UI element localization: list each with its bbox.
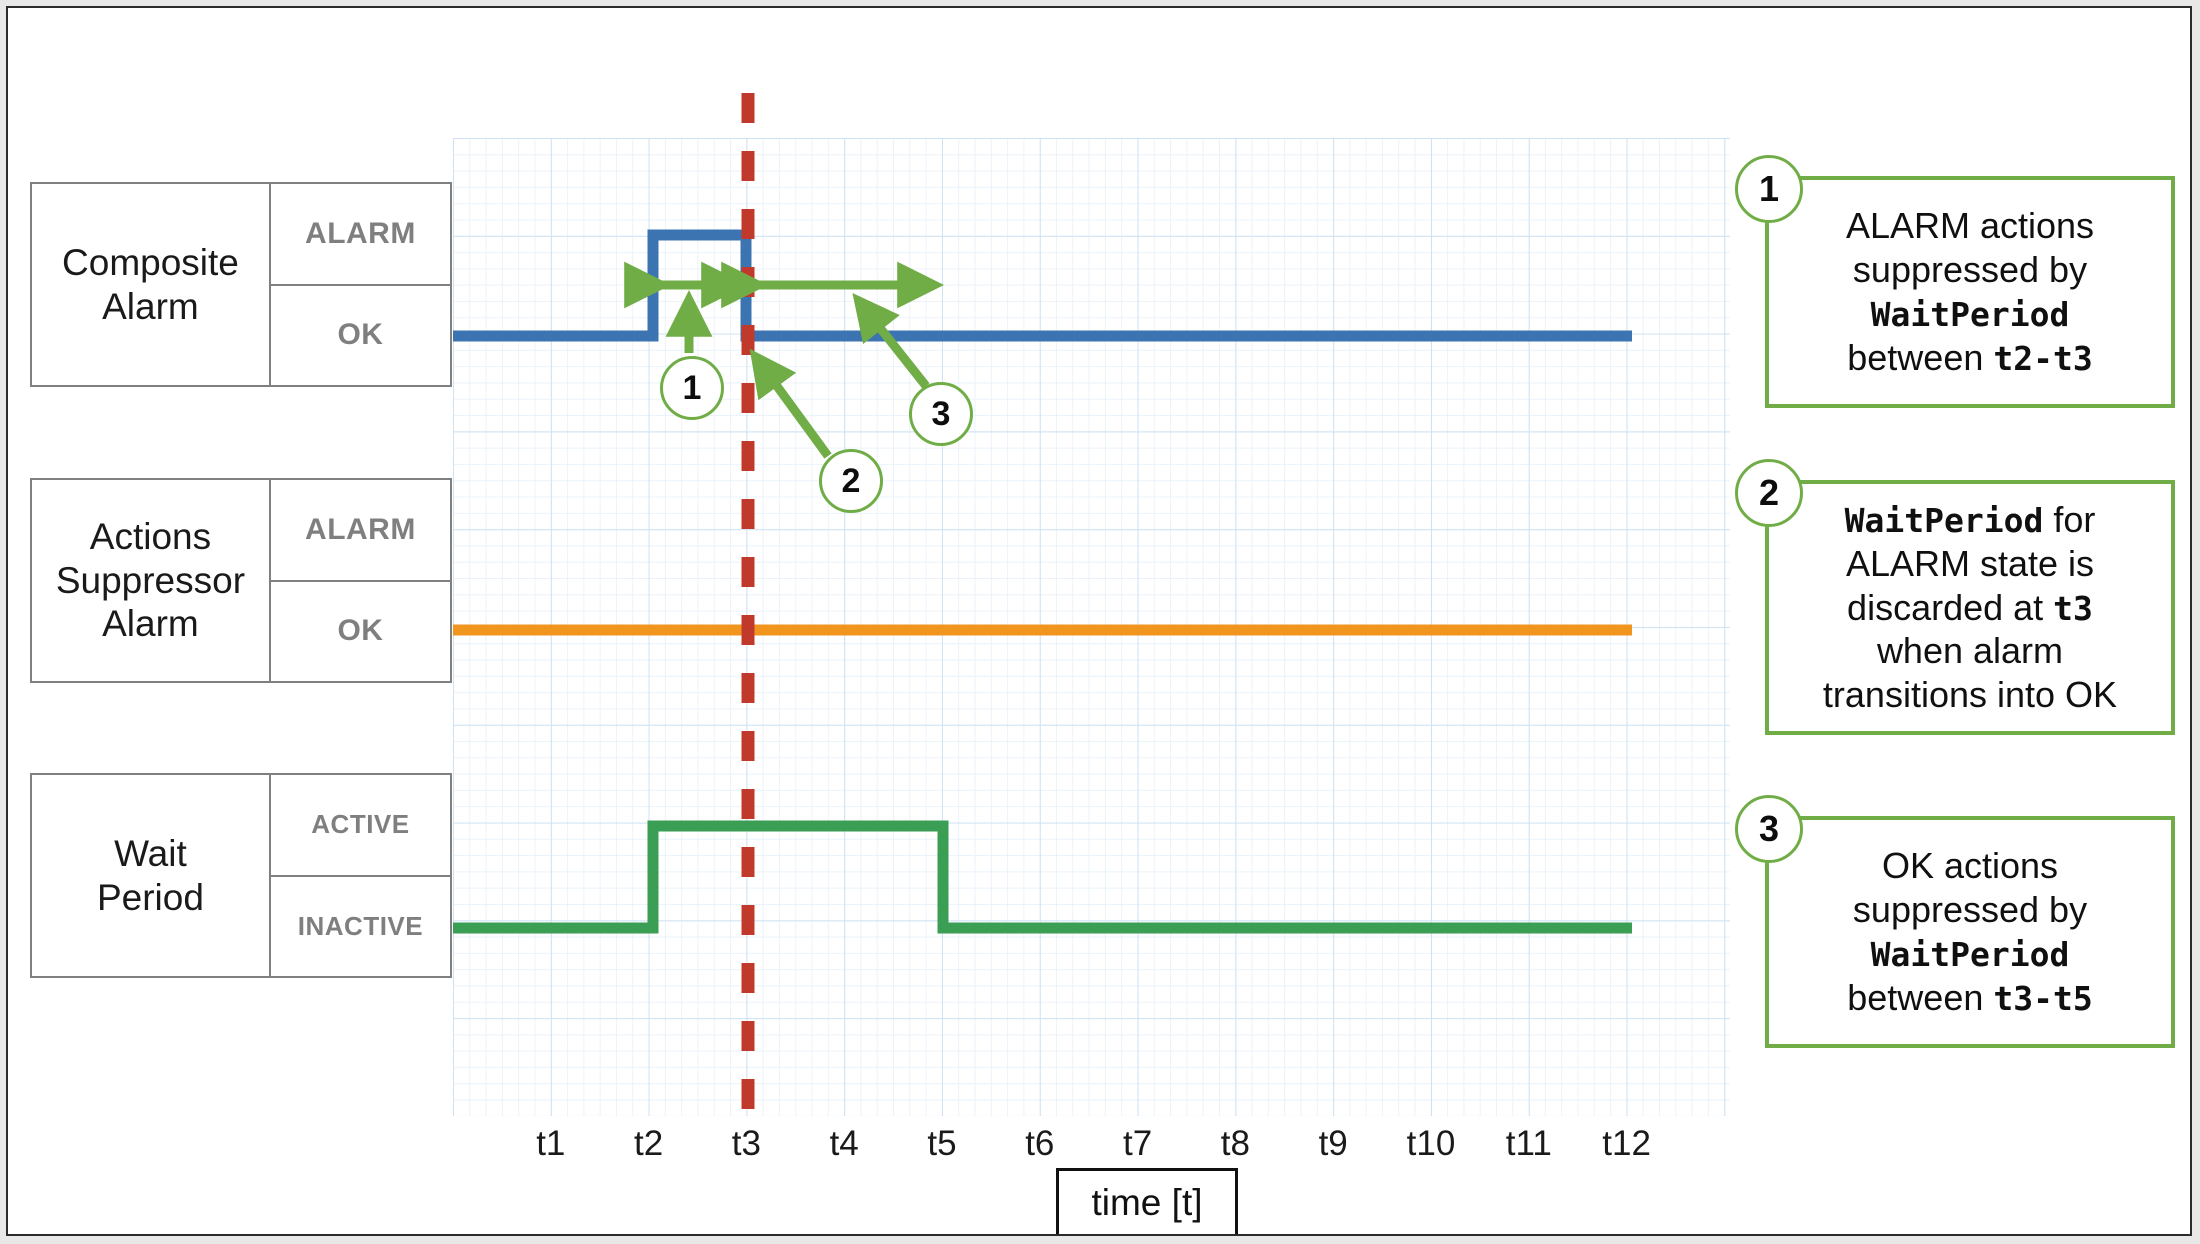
x-axis-tick-t3: t3 <box>731 1124 761 1163</box>
callout-box-3: OK actions suppressed by WaitPeriod betw… <box>1765 816 2175 1048</box>
x-axis-tick-t2: t2 <box>633 1124 664 1163</box>
callout-badge-1-label: 1 <box>1758 168 1780 209</box>
callout-1-waitperiod-token: WaitPeriod <box>1870 295 2070 334</box>
state-value-active: ACTIVE <box>311 809 410 840</box>
x-axis-tick-t5: t5 <box>927 1124 957 1163</box>
callout-3-line-2: suppressed by <box>1852 889 2088 931</box>
callout-2-line-2: ALARM state is <box>1845 542 2095 584</box>
diagram-canvas: 1 2 3 Composite Alarm ALARM OK Actions S… <box>6 6 2192 1236</box>
state-name-line-1: Wait <box>114 832 187 874</box>
callout-1-line-4-prefix: between <box>1847 336 1994 378</box>
plot-badge-2: 2 <box>819 449 883 513</box>
callout-badge-1: 1 <box>1735 155 1803 223</box>
state-value-inactive: INACTIVE <box>270 874 450 977</box>
state-name-line-3: Alarm <box>102 603 199 645</box>
callout-badge-3-label: 3 <box>1758 808 1780 849</box>
leader-line-3 <box>852 292 930 389</box>
state-name-line-2: Suppressor <box>55 559 246 601</box>
x-axis-title-label: time [t] <box>1091 1182 1203 1223</box>
state-value-ok: OK <box>270 579 450 682</box>
state-values-composite-alarm: ALARM OK <box>270 184 450 386</box>
callout-badge-2-label: 2 <box>1758 472 1780 513</box>
x-axis-tick-t10: t10 <box>1406 1124 1456 1163</box>
x-axis-tick-t6: t6 <box>1025 1124 1055 1163</box>
callout-2-time-token: t3 <box>2053 588 2093 628</box>
callout-2-line-3-prefix: discarded at <box>1847 586 2054 628</box>
x-axis-title-box: time [t] <box>1056 1168 1238 1234</box>
state-values-actions-suppressor-alarm: ALARM OK <box>270 480 450 682</box>
leader-line-2 <box>749 348 832 459</box>
callout-1-line-2: suppressed by <box>1852 249 2088 291</box>
state-name-line-1: Composite <box>62 241 239 283</box>
x-axis-tick-t1: t1 <box>536 1124 566 1163</box>
state-table-wait-period: Wait Period ACTIVE INACTIVE <box>30 773 452 978</box>
callout-3-waitperiod-token: WaitPeriod <box>1870 935 2070 974</box>
x-axis-tick-t7: t7 <box>1122 1124 1153 1163</box>
x-axis-tick-t4: t4 <box>829 1124 859 1163</box>
x-axis-tick-t8: t8 <box>1220 1124 1250 1163</box>
callout-2-line-1-suffix: for <box>2043 498 2096 540</box>
state-name-line-2: Alarm <box>102 285 199 327</box>
callout-3-line-4-prefix: between <box>1847 976 1994 1018</box>
callout-3-range-token: t3-t5 <box>1993 978 2093 1018</box>
callout-2-waitperiod-token: WaitPeriod <box>1844 500 2044 540</box>
plot-badge-3: 3 <box>909 382 973 446</box>
state-value-ok: OK <box>270 283 450 386</box>
plot-badge-1-label: 1 <box>682 368 702 407</box>
state-value-alarm: ALARM <box>305 512 416 546</box>
x-axis-tick-t12: t12 <box>1602 1124 1651 1163</box>
callout-1-range-token: t2-t3 <box>1993 338 2093 378</box>
callout-badge-3: 3 <box>1735 795 1803 863</box>
state-name-wait-period: Wait Period <box>32 775 271 976</box>
state-name-line-1: Actions <box>89 516 212 558</box>
callout-2-line-4: when alarm <box>1876 630 2064 672</box>
x-axis-tick-t9: t9 <box>1318 1124 1348 1163</box>
plot-badge-3-label: 3 <box>931 394 951 433</box>
callout-1-line-1: ALARM actions <box>1845 205 2095 247</box>
state-name-line-2: Period <box>96 876 204 918</box>
state-values-wait-period: ACTIVE INACTIVE <box>270 775 450 977</box>
state-name-composite-alarm: Composite Alarm <box>32 184 271 385</box>
callout-box-1: ALARM actions suppressed by WaitPeriod b… <box>1765 176 2175 408</box>
x-axis-tick-t11: t11 <box>1505 1124 1552 1163</box>
state-name-actions-suppressor-alarm: Actions Suppressor Alarm <box>32 480 271 681</box>
plot-badge-2-label: 2 <box>841 461 861 500</box>
callout-badge-2: 2 <box>1735 459 1803 527</box>
callout-3-line-1: OK actions <box>1881 845 2059 887</box>
callout-box-2: WaitPeriod for ALARM state is discarded … <box>1765 480 2175 735</box>
state-table-composite-alarm: Composite Alarm ALARM OK <box>30 182 452 387</box>
state-value-alarm: ALARM <box>305 216 416 250</box>
callout-2-line-5: transitions into OK <box>1822 674 2118 716</box>
state-table-actions-suppressor-alarm: Actions Suppressor Alarm ALARM OK <box>30 478 452 683</box>
plot-badge-1: 1 <box>660 356 724 420</box>
